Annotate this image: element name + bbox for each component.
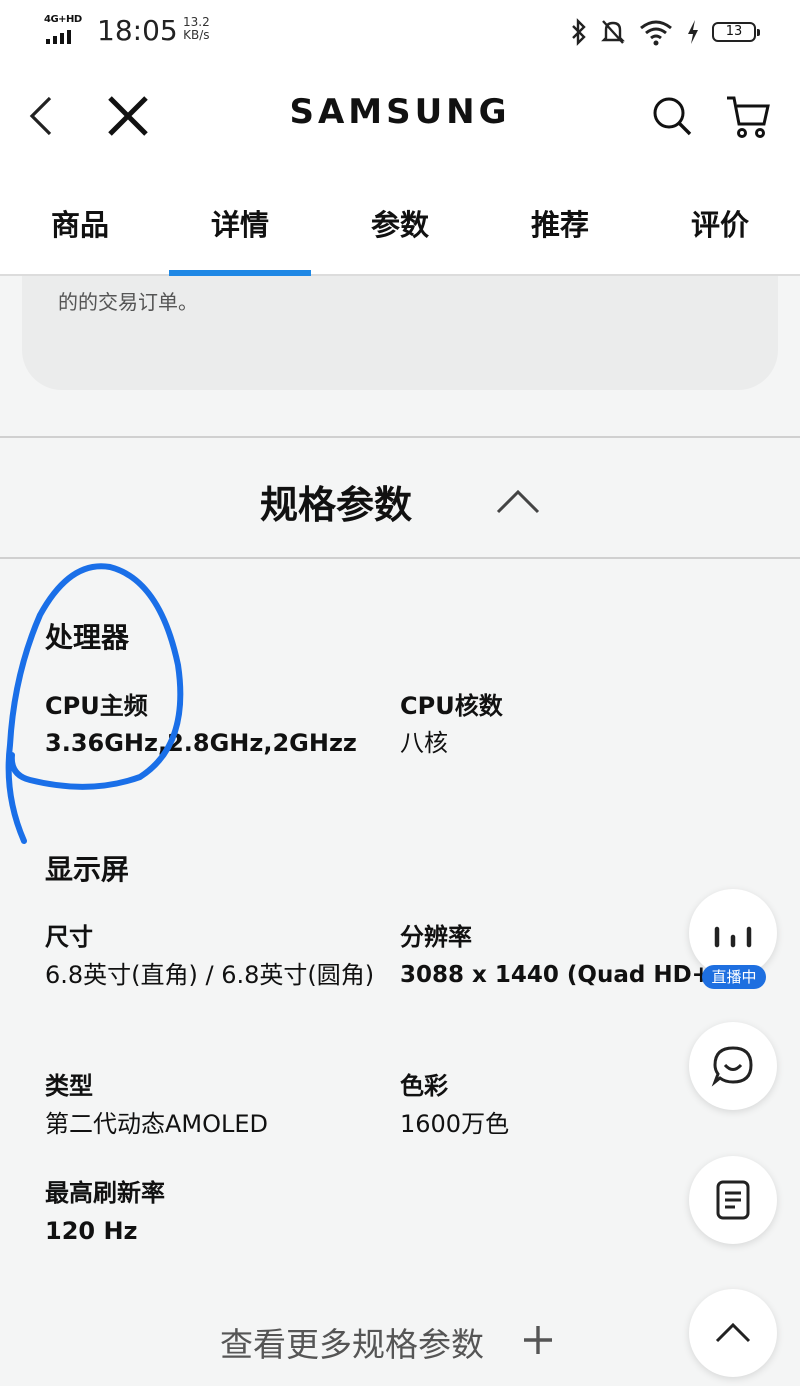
document-icon (716, 1180, 750, 1220)
color-value: 1600万色 (400, 1110, 510, 1138)
status-bar: 4G+HD 18:05 13.2 KB/s 13 (0, 0, 800, 64)
size-value: 6.8英寸(直角) / 6.8英寸(圆角) (45, 961, 375, 989)
signal-icon (46, 28, 76, 44)
processor-section-title: 处理器 (45, 621, 130, 654)
live-badge: 直播中 (702, 965, 766, 989)
tab-details[interactable]: 详情 (160, 202, 320, 244)
network-speed: 13.2 KB/s (183, 16, 210, 42)
divider (0, 557, 800, 559)
spec-header[interactable]: 规格参数 (0, 438, 800, 558)
chat-icon (711, 1046, 753, 1087)
wifi-icon (640, 20, 672, 46)
chevron-up-icon (715, 1322, 751, 1343)
cart-icon[interactable] (724, 92, 772, 140)
tab-reviews[interactable]: 评价 (640, 202, 800, 244)
live-stream-button[interactable] (689, 889, 777, 977)
search-icon[interactable] (650, 94, 694, 138)
more-specs-link[interactable]: 查看更多规格参数 (220, 1318, 484, 1366)
bluetooth-icon (572, 18, 586, 46)
navigation-bar: SAMSUNG (0, 64, 800, 174)
live-bars-icon (714, 926, 752, 948)
note-text: 的的交易订单。 (58, 290, 198, 314)
battery-icon: 13 (712, 22, 760, 42)
note-card: 的的交易订单。 (22, 276, 778, 390)
chat-button[interactable] (689, 1022, 777, 1110)
cpu-frequency-label: CPU主频 (45, 692, 148, 720)
tab-bar: 商品 详情 参数 推荐 评价 (0, 174, 800, 276)
charging-icon (688, 20, 698, 44)
status-icons: 13 (570, 14, 760, 50)
clock: 18:05 (97, 14, 178, 47)
document-button[interactable] (689, 1156, 777, 1244)
back-to-top-button[interactable] (689, 1289, 777, 1377)
resolution-value: 3088 x 1440 (Quad HD+) (400, 962, 722, 988)
size-label: 尺寸 (45, 923, 93, 951)
type-value: 第二代动态AMOLED (45, 1110, 269, 1138)
chevron-up-icon[interactable] (494, 486, 542, 518)
refresh-rate-label: 最高刷新率 (45, 1179, 165, 1207)
type-label: 类型 (45, 1072, 93, 1100)
cpu-frequency-value: 3.36GHz,2.8GHz,2GHzz (45, 729, 357, 757)
mute-icon (601, 20, 625, 44)
plus-icon[interactable] (520, 1322, 556, 1358)
display-section-title: 显示屏 (45, 853, 130, 886)
network-speed-unit: KB/s (183, 28, 210, 42)
tab-parameters[interactable]: 参数 (320, 202, 480, 244)
resolution-label: 分辨率 (400, 923, 472, 951)
refresh-rate-value: 120 Hz (45, 1217, 138, 1245)
tab-recommend[interactable]: 推荐 (480, 202, 640, 244)
tab-product[interactable]: 商品 (0, 202, 160, 244)
color-label: 色彩 (400, 1072, 448, 1100)
cpu-cores-value: 八核 (400, 729, 448, 757)
network-type: 4G+HD (44, 14, 82, 25)
spec-title: 规格参数 (260, 483, 413, 527)
cpu-cores-label: CPU核数 (400, 692, 503, 720)
